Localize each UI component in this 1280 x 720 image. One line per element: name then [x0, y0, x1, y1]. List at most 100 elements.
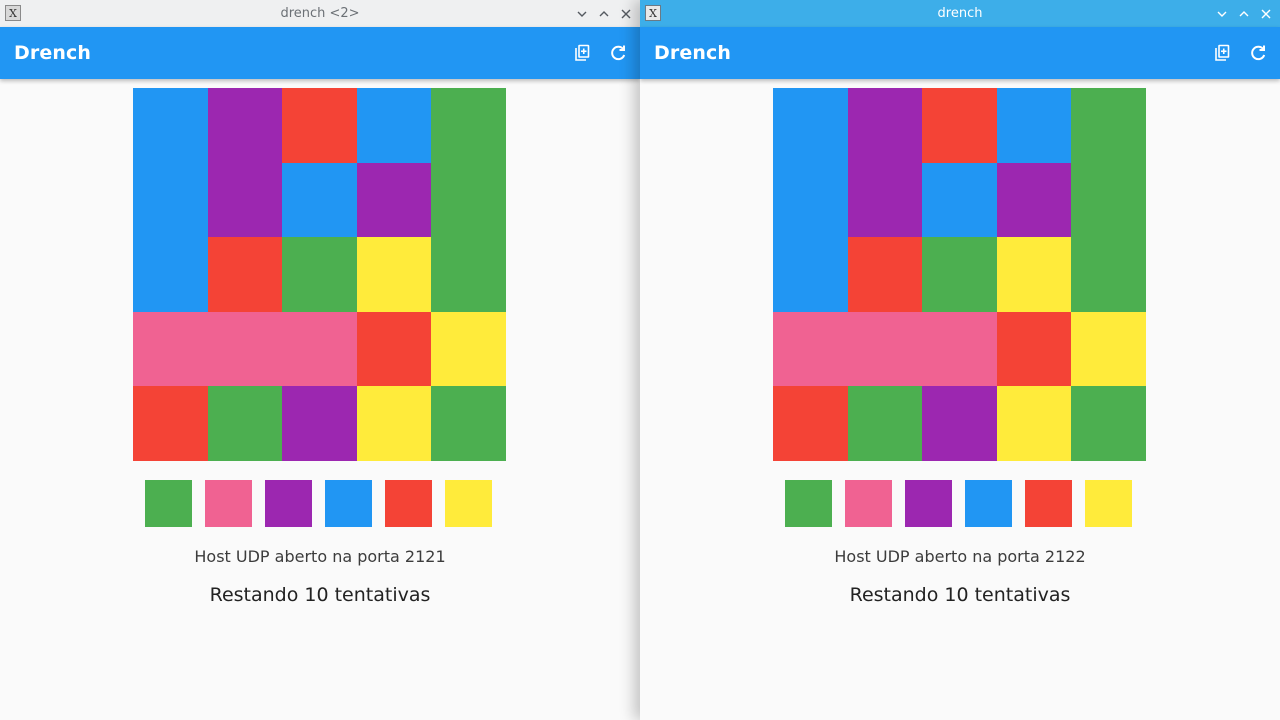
color-button-yellow[interactable] [1085, 480, 1132, 527]
board-cell-purple [356, 162, 432, 238]
app-actions [564, 27, 636, 79]
color-button-green[interactable] [145, 480, 192, 527]
board-cell-blue [773, 88, 848, 163]
maximize-button[interactable] [596, 6, 612, 22]
board-cell-blue [282, 162, 357, 238]
board-cell-yellow [356, 386, 432, 461]
board-cell-green [1071, 386, 1146, 461]
app-actions [1204, 27, 1276, 79]
board-cell-blue [922, 162, 997, 238]
board-cell-green [1071, 88, 1146, 163]
board-cell-red [847, 237, 923, 312]
copy-icon [1215, 44, 1230, 61]
board-cell-yellow [996, 237, 1072, 312]
restart-button[interactable] [1240, 35, 1276, 71]
copy-button[interactable] [564, 35, 600, 71]
board-cell-red [207, 237, 283, 312]
board-cell-pink [922, 311, 997, 387]
color-button-blue[interactable] [325, 480, 372, 527]
refresh-icon [1251, 45, 1266, 61]
board-cell-green [431, 237, 506, 312]
x11-app-icon[interactable]: X [645, 5, 661, 21]
board-cell-purple [996, 162, 1072, 238]
maximize-button[interactable] [1236, 6, 1252, 22]
window-title: drench [937, 6, 983, 21]
board-cell-green [282, 237, 357, 312]
board-cell-yellow [1071, 311, 1146, 387]
board-cell-pink [207, 311, 283, 387]
chevron-down-icon [577, 11, 587, 17]
window-controls [574, 0, 634, 27]
board-cell-blue [773, 237, 848, 312]
color-button-red[interactable] [385, 480, 432, 527]
board-cell-purple [847, 162, 923, 238]
game-board [133, 88, 506, 461]
board-cell-purple [922, 386, 997, 461]
board-cell-blue [133, 237, 208, 312]
board-cell-blue [133, 162, 208, 238]
color-palette [785, 480, 1132, 527]
board-cell-green [431, 386, 506, 461]
color-button-red[interactable] [1025, 480, 1072, 527]
board-cell-pink [847, 311, 923, 387]
board-cell-purple [282, 386, 357, 461]
board-cell-green [922, 237, 997, 312]
board-cell-green [1071, 237, 1146, 312]
color-button-green[interactable] [785, 480, 832, 527]
close-button[interactable] [1258, 6, 1274, 22]
window-titlebar[interactable]: X drench [640, 0, 1280, 27]
board-cell-pink [773, 311, 848, 387]
close-icon [621, 9, 631, 18]
close-icon [1261, 9, 1271, 18]
color-button-pink[interactable] [205, 480, 252, 527]
board-cell-yellow [356, 237, 432, 312]
host-status-text: Host UDP aberto na porta 2121 [194, 547, 446, 566]
game-board [773, 88, 1146, 461]
board-cell-pink [282, 311, 357, 387]
restart-button[interactable] [600, 35, 636, 71]
window-controls [1214, 0, 1274, 27]
drench-window-left: X drench <2> Drench Host UDP aberto na p… [0, 0, 640, 720]
remaining-tries-text: Restando 10 tentativas [209, 584, 431, 606]
color-palette [145, 480, 492, 527]
window-titlebar[interactable]: X drench <2> [0, 0, 640, 27]
copy-button[interactable] [1204, 35, 1240, 71]
color-button-purple[interactable] [265, 480, 312, 527]
minimize-button[interactable] [1214, 6, 1230, 22]
board-cell-blue [996, 88, 1072, 163]
board-cell-blue [356, 88, 432, 163]
board-cell-green [431, 88, 506, 163]
board-cell-blue [773, 162, 848, 238]
board-cell-green [847, 386, 923, 461]
board-cell-red [922, 88, 997, 163]
chevron-up-icon [1239, 10, 1249, 16]
chevron-down-icon [1217, 11, 1227, 17]
board-cell-purple [847, 88, 923, 163]
window-title: drench <2> [280, 6, 360, 21]
board-cell-purple [207, 162, 283, 238]
color-button-yellow[interactable] [445, 480, 492, 527]
color-button-blue[interactable] [965, 480, 1012, 527]
board-cell-red [996, 311, 1072, 387]
remaining-tries-text: Restando 10 tentativas [849, 584, 1071, 606]
color-button-purple[interactable] [905, 480, 952, 527]
board-cell-blue [133, 88, 208, 163]
app-bar: Drench [640, 27, 1280, 79]
host-status-text: Host UDP aberto na porta 2122 [834, 547, 1086, 566]
board-cell-red [282, 88, 357, 163]
board-cell-green [207, 386, 283, 461]
x11-app-icon[interactable]: X [5, 5, 21, 21]
app-title: Drench [14, 42, 91, 64]
board-cell-red [356, 311, 432, 387]
board-cell-green [431, 162, 506, 238]
board-cell-purple [207, 88, 283, 163]
board-cell-red [133, 386, 208, 461]
desktop-screen: X drench <2> Drench Host UDP aberto na p… [0, 0, 1280, 720]
color-button-pink[interactable] [845, 480, 892, 527]
board-cell-yellow [996, 386, 1072, 461]
board-cell-green [1071, 162, 1146, 238]
minimize-button[interactable] [574, 6, 590, 22]
app-bar: Drench [0, 27, 640, 79]
copy-icon [575, 44, 590, 61]
close-button[interactable] [618, 6, 634, 22]
